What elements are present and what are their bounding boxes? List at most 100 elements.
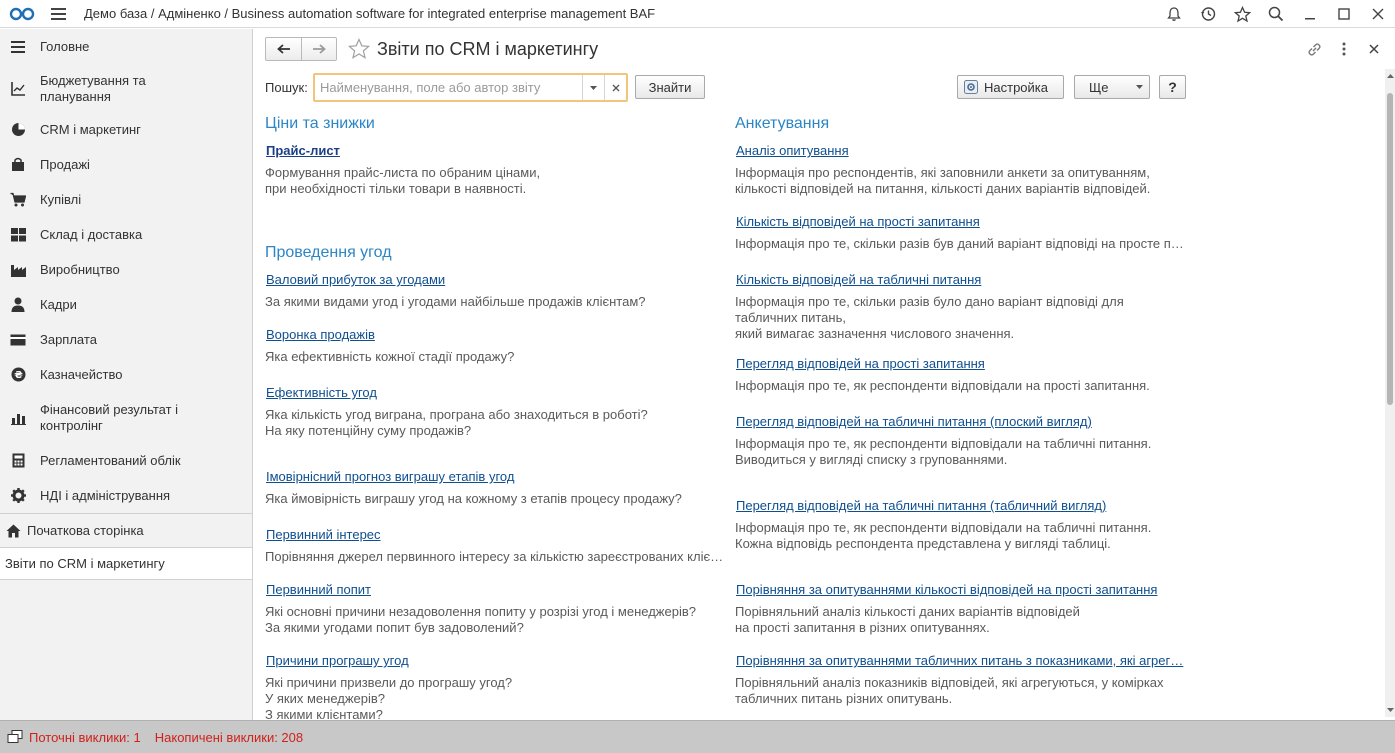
forward-button[interactable] [301,38,336,60]
chevron-down-icon [1136,85,1143,89]
minimize-icon[interactable] [1293,0,1327,28]
open-tab-crm-reports[interactable]: Звіти по CRM і маркетингу [0,547,252,580]
sidebar-item-label: Купівлі [40,191,82,207]
report-link[interactable]: Причини програшу угод [266,653,409,668]
shopping-bag-icon [10,157,26,173]
search-row: Пошук: Знайти Настройка Ще ? [265,73,1365,103]
factory-icon [10,262,26,278]
sidebar-item-label: НДІ і адміністрування [40,487,171,503]
report-description: Інформація про те, як респонденти відпов… [735,378,1150,393]
search-dropdown-button[interactable] [582,75,604,100]
scroll-down-icon[interactable] [1385,705,1395,715]
find-button[interactable]: Знайти [635,75,705,99]
close-form-icon[interactable] [1361,38,1387,60]
close-icon[interactable] [1361,0,1395,28]
help-button-label: ? [1168,79,1177,95]
report-link[interactable]: Перегляд відповідей на прості запитання [736,356,985,371]
status-bar: Поточні виклики: 1 Накопичені виклики: 2… [0,720,1395,753]
scrollbar-thumb[interactable] [1387,93,1393,405]
main-menu-icon[interactable] [44,0,72,28]
sidebar-item-production[interactable]: Виробництво [0,252,252,287]
search-field [313,73,628,102]
sidebar-item-admin[interactable]: НДІ і адміністрування [0,478,252,513]
1c-logo-icon[interactable] [4,0,40,28]
help-button[interactable]: ? [1159,75,1186,99]
report-description: Інформація про респондентів, які заповни… [735,165,1151,196]
sidebar-item-hr[interactable]: Кадри [0,287,252,322]
report-link[interactable]: Валовий прибуток за угодами [266,272,445,287]
section-title: Проведення угод [265,244,392,261]
scroll-up-icon[interactable] [1385,71,1395,81]
settings-button[interactable]: Настройка [957,75,1064,99]
pie-chart-icon [10,122,26,138]
sidebar-item-label: Склад і доставка [40,226,143,242]
current-calls: Поточні виклики: 1 [29,729,141,745]
report-link[interactable]: Порівняння за опитуваннями кількості від… [736,582,1157,597]
history-icon[interactable] [1191,0,1225,28]
report-link[interactable]: Аналіз опитування [736,143,849,158]
section-title: Ціни та знижки [265,115,375,132]
coin-icon: ₴ [10,367,26,383]
sidebar-item-regulated-accounting[interactable]: Регламентований облік [0,443,252,478]
settings-icon [964,80,978,94]
menu-lines-icon [10,39,26,55]
report-link[interactable]: Перегляд відповідей на табличні питання … [736,498,1106,513]
report-link[interactable]: Первинний інтерес [266,527,381,542]
more-vertical-icon[interactable] [1331,38,1357,60]
settings-button-label: Настройка [984,79,1048,95]
home-page-label: Початкова сторінка [27,523,144,538]
report-description: Порівняння джерел первинного інтересу за… [265,549,724,564]
windows-icon[interactable] [4,726,26,748]
more-button[interactable]: Ще [1074,75,1150,99]
sidebar-item-label: Продажі [40,156,90,172]
sidebar-item-label: Бюджетування та планування [40,72,146,104]
sidebar-item-label: Фінансовий результат і контролінг [40,401,179,433]
report-link[interactable]: Воронка продажів [266,327,375,342]
bell-icon[interactable] [1157,0,1191,28]
sidebar-item-sales[interactable]: Продажі [0,147,252,182]
report-link[interactable]: Прайс-лист [266,143,340,158]
sidebar-item-label: Виробництво [40,261,120,277]
report-description: Порівняльний аналіз показників відповіде… [735,675,1164,706]
window-title: Демо база / Адміненко / Business automat… [84,6,656,21]
sidebar-item-label: Головне [40,39,90,54]
sidebar-item-budgeting[interactable]: Бюджетування та планування [0,65,252,112]
report-description: Формування прайс-листа по обраним цінами… [265,165,541,196]
report-description: Порівняльний аналіз кількості даних варі… [735,604,1080,635]
svg-text:₴: ₴ [14,370,23,381]
back-button[interactable] [266,38,301,60]
star-icon[interactable] [1225,0,1259,28]
sidebar-item-financial-result[interactable]: Фінансовий результат і контролінг [0,392,252,443]
sidebar-item-salary[interactable]: Зарплата [0,322,252,357]
report-link[interactable]: Кількість відповідей на прості запитання [736,214,980,229]
warehouse-grid-icon [10,227,26,243]
report-link[interactable]: Первинний попит [266,582,371,597]
sidebar-item-treasury[interactable]: ₴ Казначейство [0,357,252,392]
search-clear-button[interactable] [604,75,626,100]
home-page-tab[interactable]: Початкова сторінка [0,514,252,547]
report-link[interactable]: Імовірнісний прогноз виграшу етапів угод [266,469,514,484]
report-link[interactable]: Порівняння за опитуваннями табличних пит… [736,653,1183,668]
sidebar-item-purchases[interactable]: Купівлі [0,182,252,217]
report-link[interactable]: Перегляд відповідей на табличні питання … [736,414,1092,429]
cart-icon [10,192,26,208]
favorite-star-icon[interactable] [347,37,371,61]
link-icon[interactable] [1301,38,1327,60]
report-description: Інформація про те, як респонденти відпов… [735,436,1152,467]
search-icon[interactable] [1259,0,1293,28]
sidebar-item-main[interactable]: Головне [0,29,252,65]
report-description: Яка ефективність кожної стадії продажу? [265,349,515,364]
sidebar-item-crm[interactable]: CRM і маркетинг [0,112,252,147]
find-button-label: Знайти [648,79,692,95]
maximize-icon[interactable] [1327,0,1361,28]
open-tab-label: Звіти по CRM і маркетингу [5,556,165,571]
calculator-icon [10,453,26,469]
search-input[interactable] [315,75,582,100]
report-link[interactable]: Ефективність угод [266,385,377,400]
report-link[interactable]: Кількість відповідей на табличні питання [736,272,981,287]
vertical-scrollbar[interactable] [1385,69,1395,717]
sidebar-item-warehouse[interactable]: Склад і доставка [0,217,252,252]
report-description: За якими видами угод і угодами найбільше… [265,294,646,309]
sidebar: Головне Бюджетування та планування CRM і… [0,29,253,720]
main-panel: Звіти по CRM і маркетингу Пошук: Знайти … [254,29,1395,720]
